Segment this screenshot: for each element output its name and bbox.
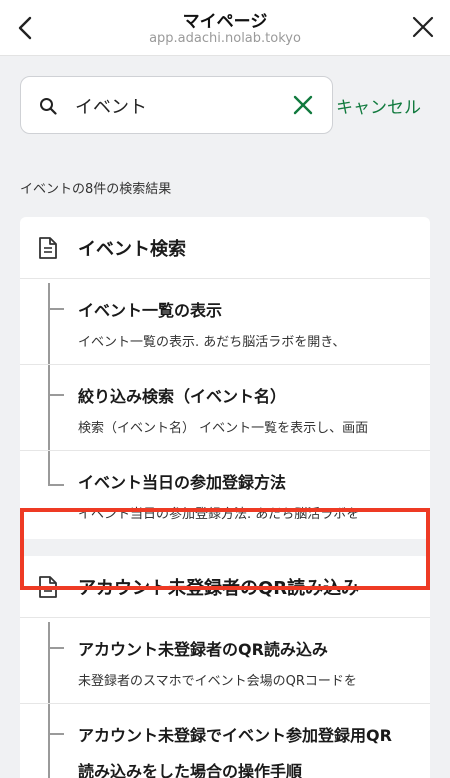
result-item-title: アカウント未登録者のQR読み込み (78, 640, 328, 659)
result-item-desc: イベント一覧の表示. あだち脳活ラボを開き、 (78, 335, 346, 350)
result-count: イベントの8件の検索結果 (20, 182, 172, 197)
result-item[interactable]: アカウント未登録者のQR読み込み 未登録者のスマホでイベント会場のQRコードを (20, 618, 430, 704)
page-title: マイページ (182, 12, 268, 32)
group-header[interactable]: アカウント未登録者のQR読み込み (20, 556, 430, 618)
result-item-desc: 検索（イベント名） イベント一覧を表示し、画面 (78, 421, 369, 436)
close-icon (412, 16, 434, 38)
tree-branch (48, 647, 64, 649)
result-item[interactable]: イベント当日の参加登録方法 イベント当日の参加登録方法. あだち脳活ラボを (20, 451, 430, 537)
result-item-desc: 未登録者のスマホでイベント会場のQRコードを (78, 674, 357, 689)
search-input[interactable]: イベント (75, 93, 147, 119)
result-item[interactable]: アカウント未登録でイベント参加登録用QR 読み込みをした場合の操作手順 (20, 704, 430, 778)
result-item-title: 絞り込み検索（イベント名） (78, 387, 287, 406)
result-group-qr-reading: アカウント未登録者のQR読み込み アカウント未登録者のQR読み込み 未登録者のス… (20, 556, 430, 778)
result-item[interactable]: 絞り込み検索（イベント名） 検索（イベント名） イベント一覧を表示し、画面 (20, 365, 430, 451)
document-icon (39, 237, 57, 259)
page-url: app.adachi.nolab.tokyo (149, 31, 301, 46)
search-field[interactable]: イベント (20, 76, 333, 134)
close-button[interactable] (412, 16, 434, 38)
result-item-title-line1: アカウント未登録でイベント参加登録用QR (78, 726, 392, 745)
tree-branch (48, 394, 64, 396)
result-item-title: イベント当日の参加登録方法 (78, 473, 287, 492)
cancel-button[interactable]: キャンセル (336, 93, 421, 118)
content-area: イベント キャンセル イベントの8件の検索結果 イベント検索 イベント一覧の表示… (0, 56, 450, 778)
group-title: アカウント未登録者のQR読み込み (78, 578, 360, 599)
search-icon (40, 98, 57, 115)
result-item-desc: イベント当日の参加登録方法. あだち脳活ラボを (78, 507, 360, 522)
result-item-title: イベント一覧の表示 (78, 301, 223, 320)
tree-branch (48, 308, 64, 310)
result-item[interactable]: イベント一覧の表示 イベント一覧の表示. あだち脳活ラボを開き、 (20, 279, 430, 365)
group-header[interactable]: イベント検索 (20, 217, 430, 279)
clear-icon[interactable] (292, 94, 314, 116)
result-item-title-line2: 読み込みをした場合の操作手順 (78, 762, 303, 778)
document-icon (39, 576, 57, 598)
group-title: イベント検索 (78, 239, 186, 260)
tree-branch (48, 484, 64, 486)
top-bar: マイページ app.adachi.nolab.tokyo (0, 0, 450, 56)
result-group-event-search: イベント検索 イベント一覧の表示 イベント一覧の表示. あだち脳活ラボを開き、 … (20, 217, 430, 539)
tree-branch (48, 733, 64, 735)
search-row: イベント キャンセル (20, 76, 430, 136)
